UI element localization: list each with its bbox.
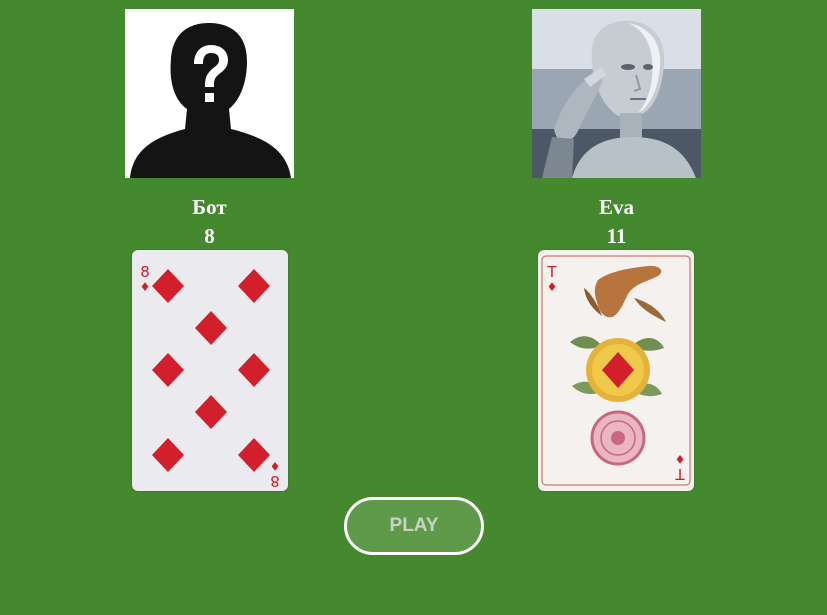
bot-name: Бот (192, 195, 227, 219)
diamond-icon (238, 438, 270, 472)
diamond-icon (238, 269, 270, 303)
diamond-icon: ♦ (546, 280, 558, 294)
card-pips (152, 269, 270, 472)
bot-card: 8 ♦ 8 ♦ (132, 250, 288, 491)
diamond-icon (152, 353, 184, 387)
card-corner-top: T ♦ (544, 265, 560, 295)
diamond-icon: ♦ (674, 452, 686, 466)
eva-avatar (532, 9, 701, 178)
card-rank: T (547, 263, 557, 281)
unknown-person-silhouette-icon (130, 23, 291, 178)
bot-avatar (125, 9, 294, 178)
card-artwork (541, 255, 691, 486)
diamond-icon (238, 353, 270, 387)
play-button[interactable]: PLAY (344, 497, 484, 555)
diamond-icon (195, 395, 227, 429)
diamond-icon (195, 311, 227, 345)
bot-score: 8 (204, 224, 215, 248)
card-corner-bottom: T ♦ (672, 451, 688, 483)
diamond-icon (152, 438, 184, 472)
humanoid-robot-thinking-icon (532, 9, 701, 178)
diamond-icon (152, 269, 184, 303)
eva-name: Eva (598, 195, 634, 219)
eva-score: 11 (606, 224, 627, 248)
eva-card: T ♦ T ♦ (538, 250, 694, 491)
game-table: Бот 8 Eva 11 8 ♦ 8 ♦ T ♦ T ♦ PLAY (0, 0, 827, 615)
card-rank: T (675, 465, 685, 483)
